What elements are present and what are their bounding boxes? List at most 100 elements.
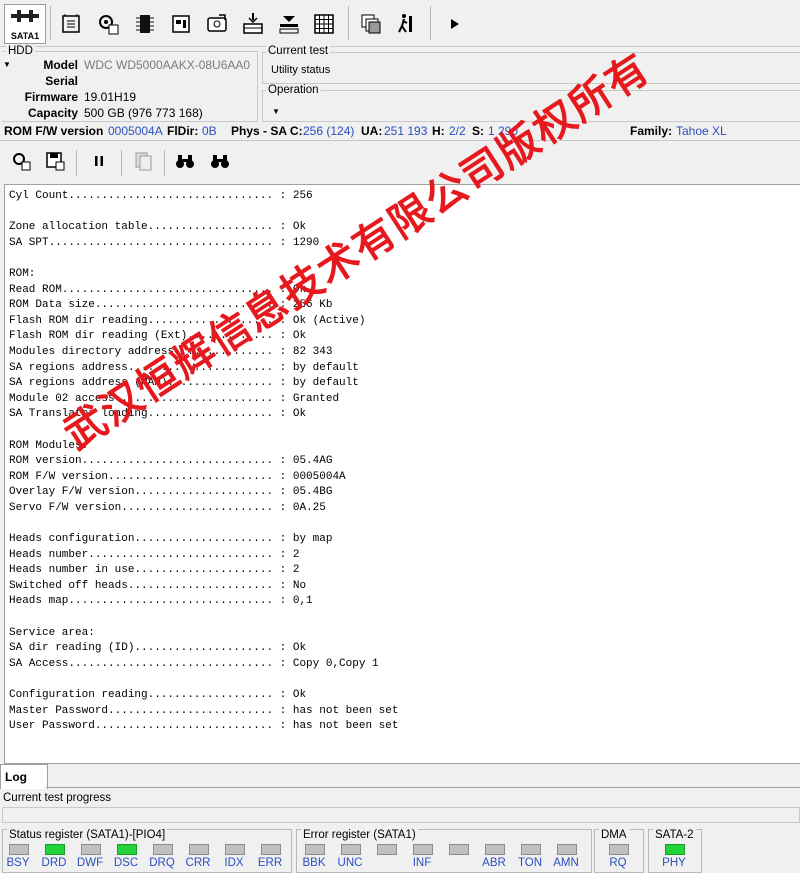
heads-label: H: bbox=[432, 124, 445, 138]
main-toolbar: SATA1 bbox=[0, 0, 800, 47]
play-button[interactable] bbox=[438, 6, 472, 42]
phys-label: Phys - SA C: bbox=[231, 124, 303, 138]
error-register-led-bbk bbox=[305, 844, 325, 855]
toolbar-divider bbox=[121, 150, 122, 176]
chip-button[interactable] bbox=[128, 6, 162, 42]
binoculars-icon bbox=[176, 155, 194, 168]
error-register-label-inf: INF bbox=[412, 857, 432, 869]
ua-value: 251 193 bbox=[384, 124, 428, 138]
error-register-led-abr bbox=[485, 844, 505, 855]
operation-label: Operation bbox=[266, 84, 321, 96]
sata2-register-label-phy: PHY bbox=[662, 857, 686, 869]
phys-value: 256 (124) bbox=[303, 124, 355, 138]
settings-chip-button[interactable] bbox=[6, 146, 36, 176]
save-disk-icon bbox=[46, 152, 65, 171]
log-text: Cyl Count...............................… bbox=[9, 190, 399, 733]
pause-button[interactable] bbox=[84, 146, 114, 176]
log-toolbar bbox=[0, 142, 800, 182]
error-register-label-amn: AMN bbox=[553, 857, 579, 869]
status-register-led-idx bbox=[225, 844, 245, 855]
sata1-label: SATA1 bbox=[10, 31, 40, 41]
grid-table-button[interactable] bbox=[307, 6, 341, 42]
flash-write-icon bbox=[243, 13, 263, 34]
rom-fw-value: 0005004A bbox=[108, 124, 163, 138]
status-register-label-crr: CRR bbox=[185, 857, 211, 869]
log-output[interactable]: Cyl Count...............................… bbox=[4, 184, 800, 764]
status-register-label-drd: DRD bbox=[41, 857, 67, 869]
sata1-interface-button[interactable]: SATA1 bbox=[4, 4, 46, 44]
copy-windows-icon bbox=[361, 14, 381, 34]
play-icon bbox=[451, 19, 459, 29]
error-register-label-ton: TON bbox=[517, 857, 543, 869]
error-register-led-bit4 bbox=[449, 844, 469, 855]
error-register-led-unc bbox=[341, 844, 361, 855]
rom-fw-label: ROM F/W version bbox=[4, 124, 104, 138]
copy-button[interactable] bbox=[128, 146, 158, 176]
sata-port-icon bbox=[11, 10, 39, 22]
toolbar-divider bbox=[430, 6, 431, 40]
drive-level-icon bbox=[279, 16, 299, 34]
chip-read-icon bbox=[62, 14, 80, 33]
status-register-led-crr bbox=[189, 844, 209, 855]
dma-register-led-rq bbox=[609, 844, 629, 855]
status-register-label-idx: IDX bbox=[224, 857, 244, 869]
operation-dropdown-icon[interactable]: ▼ bbox=[272, 107, 280, 116]
sata2-register-title: SATA-2 bbox=[653, 829, 696, 841]
ua-label: UA: bbox=[361, 124, 383, 138]
family-label: Family: bbox=[630, 124, 673, 138]
drive-level-button[interactable] bbox=[272, 6, 306, 42]
error-register-led-amn bbox=[557, 844, 577, 855]
find-button[interactable] bbox=[170, 146, 200, 176]
status-register-led-dwf bbox=[81, 844, 101, 855]
chip-icon bbox=[136, 15, 154, 33]
gear-chip-icon bbox=[13, 153, 31, 171]
status-register-led-bsy bbox=[9, 844, 29, 855]
find-next-button[interactable] bbox=[205, 146, 235, 176]
current-test-panel bbox=[262, 52, 800, 84]
disk-tools-button[interactable] bbox=[200, 6, 234, 42]
status-register-label-dwf: DWF bbox=[76, 857, 104, 869]
ssd-icon bbox=[172, 15, 190, 33]
error-register-label-abr: ABR bbox=[482, 857, 506, 869]
run-button[interactable] bbox=[389, 6, 423, 42]
heads-value: 2/2 bbox=[449, 124, 466, 138]
error-register-led-bit2 bbox=[377, 844, 397, 855]
fldir-value: 0B bbox=[202, 124, 217, 138]
firmware-value: 19.01H19 bbox=[84, 90, 137, 104]
chip-read-button[interactable] bbox=[54, 6, 88, 42]
error-register-label-unc: UNC bbox=[337, 857, 363, 869]
status-register-led-drq bbox=[153, 844, 173, 855]
pause-icon bbox=[95, 156, 103, 166]
copy-windows-button[interactable] bbox=[354, 6, 388, 42]
gear-chip-icon bbox=[99, 15, 119, 35]
model-label: Model bbox=[43, 58, 78, 72]
status-register-led-drd bbox=[45, 844, 65, 855]
flash-write-button[interactable] bbox=[236, 6, 270, 42]
tab-log-label: Log bbox=[5, 770, 27, 784]
status-register-label-err: ERR bbox=[257, 857, 283, 869]
capacity-value: 500 GB (976 773 168) bbox=[84, 106, 203, 120]
current-test-value: Utility status bbox=[271, 64, 331, 76]
progress-label: Current test progress bbox=[3, 792, 112, 804]
save-log-button[interactable] bbox=[40, 146, 70, 176]
fldir-label: FlDir: bbox=[167, 124, 199, 138]
hdd-group-label: HDD bbox=[6, 45, 35, 57]
firmware-status-bar: ROM F/W version 0005004A FlDir: 0B Phys … bbox=[0, 122, 800, 140]
error-register-led-ton bbox=[521, 844, 541, 855]
gear-chip-button[interactable] bbox=[91, 6, 125, 42]
ssd-button[interactable] bbox=[164, 6, 198, 42]
toolbar-divider bbox=[348, 6, 349, 40]
serial-label: Serial bbox=[45, 74, 78, 88]
status-register-label-bsy: BSY bbox=[6, 857, 30, 869]
tab-log[interactable]: Log bbox=[0, 764, 48, 789]
status-register-title: Status register (SATA1)-[PIO4] bbox=[7, 829, 168, 841]
sata2-register-led-phy bbox=[665, 844, 685, 855]
status-register-led-dsc bbox=[117, 844, 137, 855]
dma-register-title: DMA bbox=[599, 829, 629, 841]
dma-register-label-rq: RQ bbox=[609, 857, 627, 869]
grid-table-icon bbox=[314, 14, 334, 34]
divider bbox=[0, 140, 800, 141]
tab-divider bbox=[46, 787, 800, 788]
error-register-led-inf bbox=[413, 844, 433, 855]
toolbar-divider bbox=[76, 150, 77, 176]
